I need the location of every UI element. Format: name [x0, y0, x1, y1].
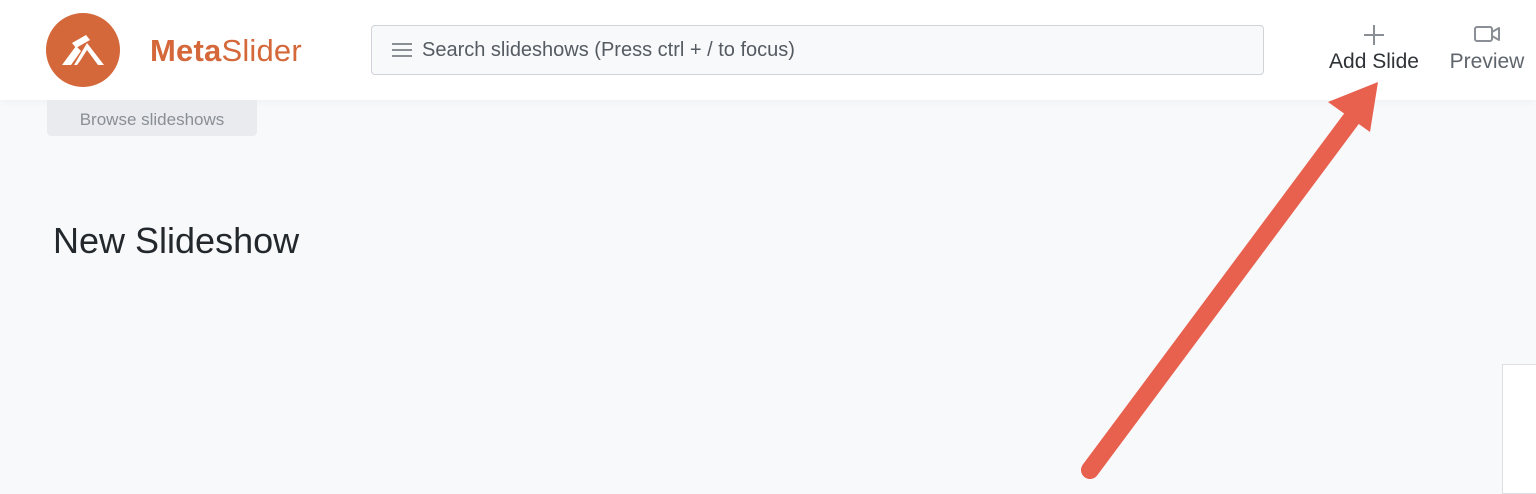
top-bar: MetaSlider Add Slide Preview — [0, 0, 1536, 100]
arrow-shaft — [1081, 109, 1361, 479]
search-box[interactable] — [371, 25, 1264, 75]
add-slide-label: Add Slide — [1329, 50, 1419, 73]
brand-name: MetaSlider — [150, 31, 302, 71]
page-title: New Slideshow — [53, 220, 300, 261]
add-slide-button[interactable]: Add Slide — [1322, 18, 1426, 76]
metaslider-logo[interactable] — [46, 13, 120, 87]
browse-slideshows-tab[interactable]: Browse slideshows — [47, 100, 257, 136]
preview-label: Preview — [1449, 50, 1525, 73]
preview-button[interactable]: Preview — [1444, 18, 1530, 76]
brand-name-bold: Meta — [150, 33, 222, 68]
mountain-logo-icon — [62, 35, 104, 65]
hamburger-menu-icon — [392, 43, 412, 57]
video-camera-icon — [1474, 26, 1500, 42]
brand-name-light: Slider — [221, 33, 302, 68]
plus-icon — [1364, 25, 1384, 45]
search-input[interactable] — [422, 26, 1242, 74]
side-panel-edge — [1502, 364, 1536, 494]
